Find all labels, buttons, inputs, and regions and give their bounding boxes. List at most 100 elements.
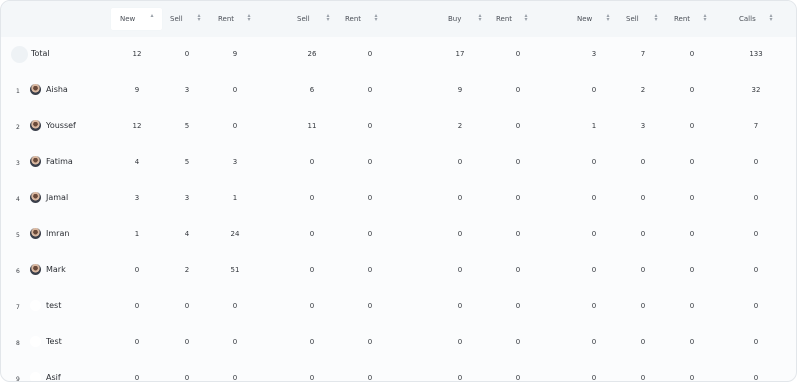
column-header-calls[interactable]: Calls ▴ ▾ — [735, 1, 778, 37]
cell-rent3: 0 — [515, 302, 521, 310]
column-header-label: Calls — [739, 15, 756, 23]
cell-rent3: 0 — [515, 338, 521, 346]
cell-buy: 0 — [457, 194, 463, 202]
cell-new1: 0 — [134, 338, 140, 346]
agent-name[interactable]: Imran — [46, 229, 69, 238]
cell-sell2: 0 — [309, 338, 315, 346]
row-index: 5 — [16, 232, 20, 239]
agent-name[interactable]: test — [46, 301, 61, 310]
cell-sell1: 0 — [184, 302, 190, 310]
cell-rent4: 0 — [689, 230, 695, 238]
cell-sell2: 11 — [307, 122, 317, 130]
cell-sell3: 3 — [640, 122, 646, 130]
column-header-rent2[interactable]: Rent ▴ ▾ — [341, 1, 383, 37]
cell-rent4: 0 — [689, 374, 695, 382]
cell-new1: 12 — [132, 50, 142, 58]
row-index: 2 — [16, 124, 20, 131]
column-header-rent1[interactable]: Rent ▴ ▾ — [214, 1, 256, 37]
row-index: 3 — [16, 160, 20, 167]
cell-new1: 9 — [134, 86, 140, 94]
cell-sell3: 0 — [640, 302, 646, 310]
agent-name[interactable]: Mark — [46, 265, 66, 274]
cell-new1: 4 — [134, 158, 140, 166]
cell-new2: 0 — [591, 302, 597, 310]
row-index: 9 — [16, 376, 20, 382]
cell-sell1: 5 — [184, 122, 190, 130]
column-header-label: Rent — [496, 15, 513, 23]
agent-name[interactable]: Youssef — [46, 121, 76, 130]
table-row[interactable]: 7 test 0 0 0 0 0 0 0 0 0 0 0 — [1, 289, 796, 325]
cell-new2: 0 — [591, 194, 597, 202]
cell-sell2: 6 — [309, 86, 315, 94]
cell-rent3: 0 — [515, 86, 521, 94]
sort-icon[interactable]: ▴ ▾ — [325, 13, 331, 23]
cell-buy: 0 — [457, 266, 463, 274]
sort-icon[interactable]: ▴ ▾ — [653, 13, 659, 23]
column-header-buy[interactable]: Buy ▴ ▾ — [444, 1, 487, 37]
sort-icon[interactable]: ▴ ▾ — [246, 13, 252, 23]
table-row[interactable]: 6 Mark 0 2 51 0 0 0 0 0 0 0 0 — [1, 253, 796, 289]
column-header-rent4[interactable]: Rent ▴ ▾ — [670, 1, 712, 37]
agent-name[interactable]: Asif — [46, 373, 61, 381]
cell-rent3: 0 — [515, 230, 521, 238]
cell-sell3: 0 — [640, 194, 646, 202]
table-row[interactable]: 8 Test 0 0 0 0 0 0 0 0 0 0 0 — [1, 325, 796, 361]
cell-sell2: 0 — [309, 230, 315, 238]
cell-rent4: 0 — [689, 302, 695, 310]
row-index: 1 — [16, 88, 20, 95]
agent-name[interactable]: Test — [46, 337, 62, 346]
cell-calls: 0 — [753, 230, 759, 238]
cell-rent2: 0 — [367, 266, 373, 274]
table-row[interactable]: 9 Asif 0 0 0 0 0 0 0 0 0 0 0 — [1, 361, 796, 382]
column-header-new2[interactable]: New ▴ ▾ — [573, 1, 615, 37]
avatar — [30, 156, 41, 167]
agent-name[interactable]: Aisha — [46, 85, 68, 94]
cell-sell1: 3 — [184, 86, 190, 94]
cell-rent4: 0 — [689, 338, 695, 346]
table-row[interactable]: 2 Youssef 12 5 0 11 0 2 0 1 3 0 7 — [1, 109, 796, 145]
avatar — [30, 336, 41, 347]
cell-calls: 0 — [753, 302, 759, 310]
cell-new1: 0 — [134, 374, 140, 382]
table-row[interactable]: 5 Imran 1 4 24 0 0 0 0 0 0 0 0 — [1, 217, 796, 253]
sort-icon[interactable]: ▴ ▾ — [523, 13, 529, 23]
avatar — [30, 372, 41, 381]
agent-name[interactable]: Fatima — [46, 157, 73, 166]
sort-icon[interactable]: ▴ ▾ — [605, 13, 611, 23]
sort-icon[interactable]: ▴ ▾ — [196, 13, 202, 23]
column-header-rent3[interactable]: Rent ▴ ▾ — [492, 1, 533, 37]
sort-icon[interactable]: ▴ ▾ — [702, 13, 708, 23]
column-header-new1[interactable]: New ▴▾ — [111, 8, 162, 30]
avatar — [30, 84, 41, 95]
agent-name[interactable]: Jamal — [46, 193, 68, 202]
row-index: 4 — [16, 196, 20, 203]
cell-buy: 0 — [457, 158, 463, 166]
table-row[interactable]: 3 Fatima 4 5 3 0 0 0 0 0 0 0 0 — [1, 145, 796, 181]
column-header-sell3[interactable]: Sell ▴ ▾ — [622, 1, 663, 37]
cell-new2: 0 — [591, 266, 597, 274]
cell-new1: 0 — [134, 302, 140, 310]
sort-icon[interactable]: ▴ ▾ — [477, 13, 483, 23]
sort-ascending-icon[interactable]: ▴▾ — [149, 13, 155, 23]
cell-sell2: 0 — [309, 302, 315, 310]
column-header-label: Buy — [448, 15, 462, 23]
cell-sell2: 26 — [307, 50, 317, 58]
sort-icon[interactable]: ▴ ▾ — [373, 13, 379, 23]
stats-table: New ▴▾ Sell ▴▾ Rent ▴▾ Sell ▴▾ Rent ▴▾ Buy ▴▾ Rent ▴▾… — [0, 0, 797, 382]
table-row[interactable]: 4 Jamal 3 3 1 0 0 0 0 0 0 0 0 — [1, 181, 796, 217]
cell-new1: 0 — [134, 266, 140, 274]
column-header-sell1[interactable]: Sell ▴ ▾ — [166, 1, 206, 37]
column-header-label: New — [120, 15, 136, 23]
cell-rent3: 0 — [515, 158, 521, 166]
cell-buy: 0 — [457, 338, 463, 346]
table-row[interactable]: 1 Aisha 9 3 0 6 0 9 0 0 2 0 32 — [1, 73, 796, 109]
cell-rent4: 0 — [689, 266, 695, 274]
cell-rent3: 0 — [515, 266, 521, 274]
column-header-sell2[interactable]: Sell ▴ ▾ — [293, 1, 335, 37]
cell-rent1: 0 — [232, 122, 238, 130]
sort-icon[interactable]: ▴ ▾ — [768, 13, 774, 23]
cell-buy: 0 — [457, 230, 463, 238]
cell-new1: 1 — [134, 230, 140, 238]
cell-buy: 0 — [457, 302, 463, 310]
column-header-label: Sell — [626, 15, 639, 23]
